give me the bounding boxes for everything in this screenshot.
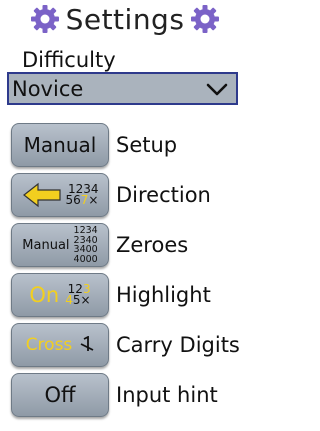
title-bar: Settings — [0, 0, 250, 38]
carry-digits-button[interactable]: Cross — [11, 323, 109, 367]
difficulty-select[interactable]: Novice — [7, 72, 238, 105]
zeroes-button-label: Manual — [22, 237, 70, 253]
carry-digits-button-label: Cross — [25, 335, 73, 355]
setup-label: Setup — [116, 133, 178, 157]
setup-row: Manual Setup — [11, 122, 247, 168]
highlight-button-label: On — [29, 283, 60, 307]
input-hint-row: Off Input hint — [11, 372, 247, 418]
zeroes-row: Manual 1234 2340 3400 4000 Zeroes — [11, 222, 247, 268]
gear-icon — [30, 5, 59, 33]
direction-row: 1234 567× Direction — [11, 172, 247, 218]
highlight-button[interactable]: On 123 45× — [11, 273, 109, 317]
input-hint-button-label: Off — [44, 383, 76, 407]
zeroes-button[interactable]: Manual 1234 2340 3400 4000 — [11, 223, 109, 267]
direction-button[interactable]: 1234 567× — [11, 173, 109, 217]
direction-digits-bottom: 567× — [65, 193, 99, 207]
highlight-row: On 123 45× Highlight — [11, 272, 247, 318]
highlight-digits-bottom: 45× — [65, 293, 91, 307]
strikethrough-digit-icon — [80, 336, 94, 351]
setup-button-label: Manual — [23, 133, 97, 157]
chevron-down-icon — [206, 83, 228, 95]
difficulty-label: Difficulty — [22, 48, 116, 72]
setup-button[interactable]: Manual — [11, 123, 109, 167]
zeroes-digits-4: 4000 — [73, 253, 98, 265]
zeroes-label: Zeroes — [116, 233, 189, 257]
direction-label: Direction — [116, 183, 211, 207]
page-title: Settings — [65, 2, 185, 36]
input-hint-button[interactable]: Off — [11, 373, 109, 417]
carry-digits-label: Carry Digits — [116, 333, 240, 357]
gear-icon — [191, 5, 220, 33]
carry-digits-row: Cross Carry Digits — [11, 322, 247, 368]
difficulty-value: Novice — [12, 76, 84, 101]
left-arrow-icon — [22, 182, 61, 208]
input-hint-label: Input hint — [116, 383, 218, 407]
highlight-label: Highlight — [116, 283, 211, 307]
